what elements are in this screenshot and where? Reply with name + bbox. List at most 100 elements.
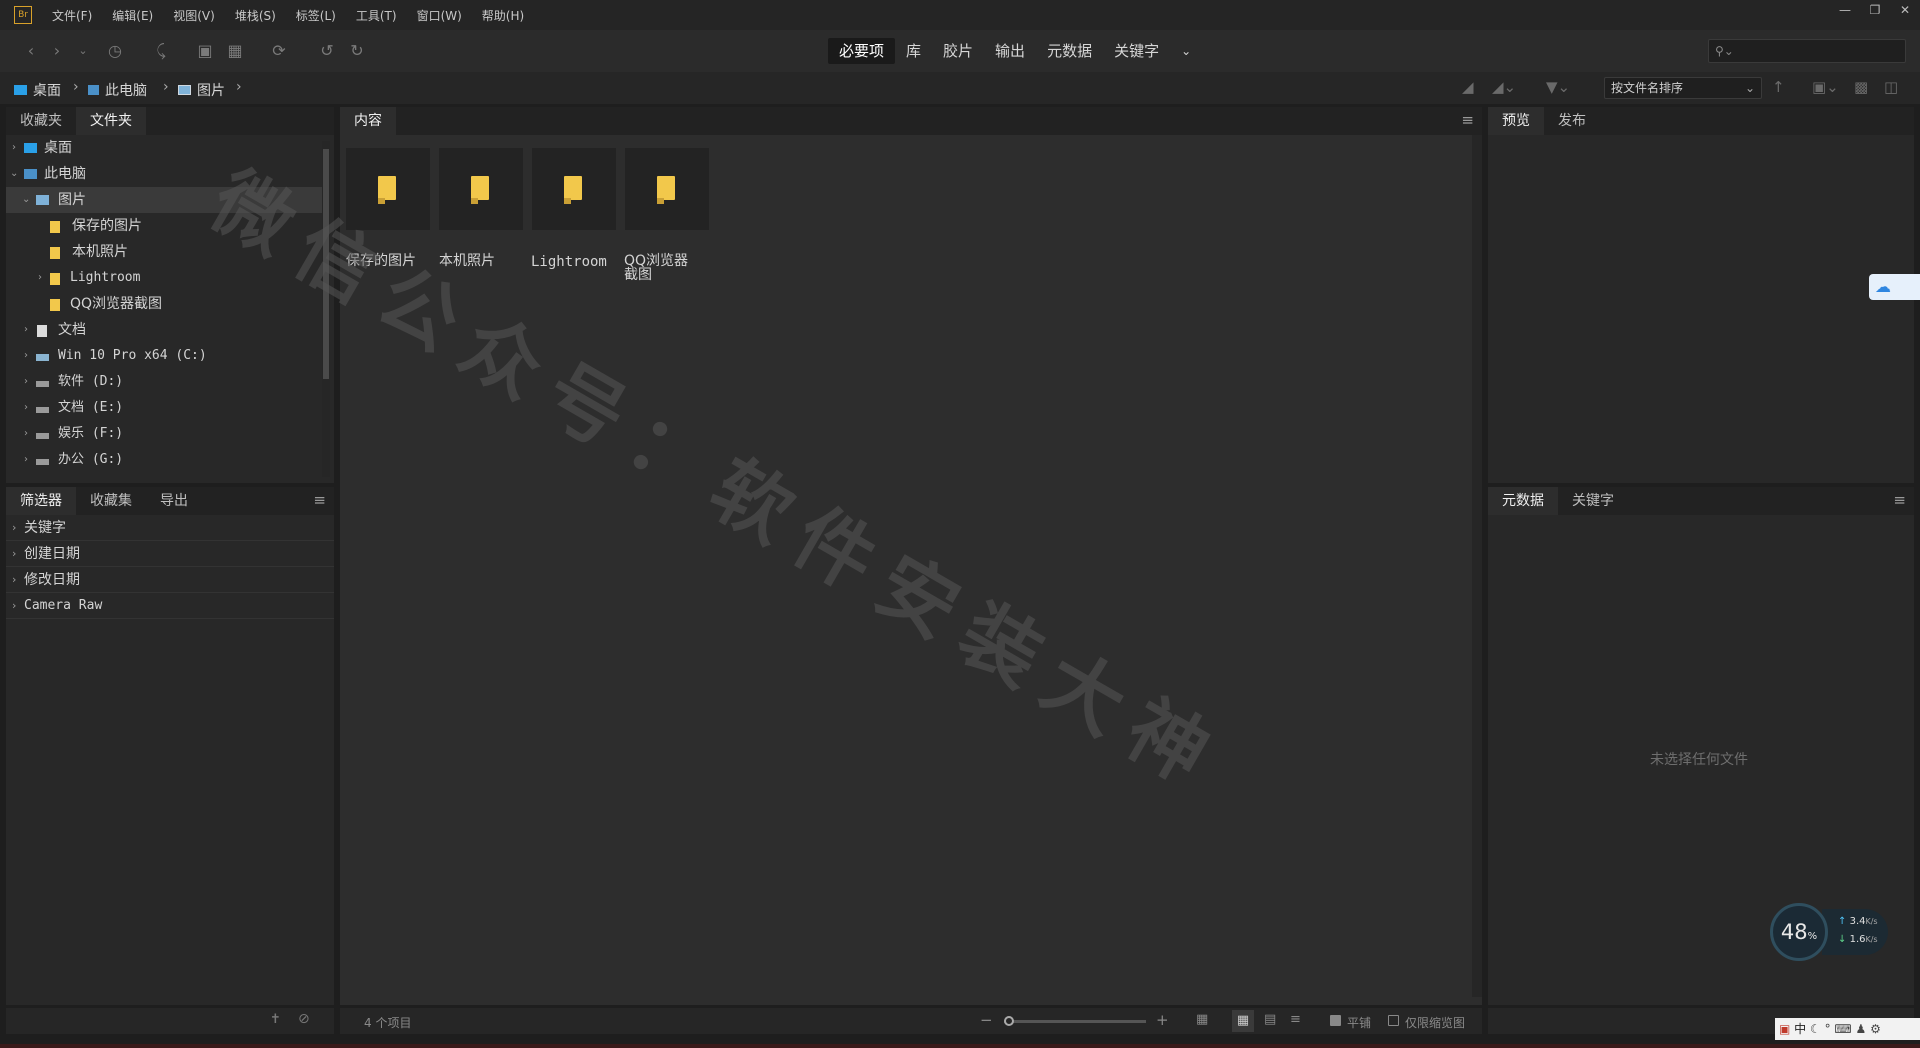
ime-tools-icon[interactable]: ☾ ° ⌨ ♟ ⚙ xyxy=(1810,1022,1881,1036)
tree-item-drive-d[interactable]: › 软件 (D:) xyxy=(6,369,324,395)
slider-handle[interactable] xyxy=(1004,1016,1014,1026)
tree-item-drive-e[interactable]: › 文档 (E:) xyxy=(6,395,324,421)
filter-camera-raw[interactable]: › Camera Raw xyxy=(6,593,334,619)
filter-keywords[interactable]: › 关键字 xyxy=(6,515,334,541)
menu-stack[interactable]: 堆栈(S) xyxy=(225,7,286,24)
content-status-bar: 4 个项目 − + ▦ ▦ ▤ ≡ 平铺 仅限缩览图 xyxy=(340,1008,1482,1034)
workspace-library[interactable]: 库 xyxy=(895,38,932,64)
sort-ascending-icon[interactable]: ↑ xyxy=(1772,78,1785,96)
document-icon xyxy=(37,325,47,337)
cloud-sync-button[interactable]: ☁ xyxy=(1869,274,1920,300)
panel-menu-icon[interactable]: ≡ xyxy=(1893,491,1906,509)
thumbs-only-checkbox[interactable] xyxy=(1388,1015,1399,1026)
open-recent-icon[interactable]: ▣⌄ xyxy=(1812,78,1839,96)
list-view-icon[interactable]: ≡ xyxy=(1290,1012,1301,1027)
workspace-output[interactable]: 输出 xyxy=(984,38,1036,64)
camera-icon[interactable]: ▣ xyxy=(194,40,216,62)
flat-view-label: 平铺 xyxy=(1347,1016,1372,1030)
tree-item-qq-screenshots[interactable]: QQ浏览器截图 xyxy=(6,291,324,317)
tab-export[interactable]: 导出 xyxy=(146,487,202,515)
filter-date-modified[interactable]: › 修改日期 xyxy=(6,567,334,593)
menu-view[interactable]: 视图(V) xyxy=(163,7,225,24)
ime-toolbar[interactable]: ▣ 中 ☾ ° ⌨ ♟ ⚙ xyxy=(1775,1018,1920,1040)
grid-view-icon[interactable]: ▦ xyxy=(1196,1012,1208,1027)
boomerang-icon[interactable]: ⤹ xyxy=(150,40,172,62)
tab-publish[interactable]: 发布 xyxy=(1544,107,1600,135)
recent-icon[interactable]: ◷ xyxy=(104,40,126,62)
tree-scrollbar[interactable] xyxy=(322,141,330,477)
filter-label: 修改日期 xyxy=(24,572,80,588)
tab-favorites[interactable]: 收藏夹 xyxy=(6,107,76,135)
delete-icon[interactable]: ◫ xyxy=(1884,78,1898,96)
content-scrollbar[interactable] xyxy=(1472,135,1482,997)
workspace-filmstrip[interactable]: 胶片 xyxy=(932,38,984,64)
refine-icon[interactable]: ▦ xyxy=(224,40,246,62)
menu-label[interactable]: 标签(L) xyxy=(286,7,346,24)
menu-window[interactable]: 窗口(W) xyxy=(407,7,472,24)
workspace-essentials[interactable]: 必要项 xyxy=(828,38,896,64)
tree-item-documents[interactable]: › 文档 xyxy=(6,317,324,343)
filter-icon[interactable]: ▼⌄ xyxy=(1546,78,1570,96)
tree-item-this-pc[interactable]: ⌄ 此电脑 xyxy=(6,161,324,187)
rating-filter-icon[interactable]: ◢⌄ xyxy=(1492,78,1516,96)
tab-filter[interactable]: 筛选器 xyxy=(6,487,76,515)
tab-metadata[interactable]: 元数据 xyxy=(1488,487,1558,515)
folder-thumbnail[interactable] xyxy=(532,148,616,230)
thumbnail-size-slider[interactable] xyxy=(1004,1016,1146,1026)
rotate-left-icon[interactable]: ↺ xyxy=(316,40,338,62)
details-view-icon[interactable]: ▤ xyxy=(1264,1012,1276,1027)
restore-icon[interactable]: ❐ xyxy=(1860,0,1890,20)
flat-view-checkbox[interactable] xyxy=(1330,1015,1341,1026)
back-icon[interactable]: ‹ xyxy=(20,40,42,62)
tree-item-pictures[interactable]: ⌄ 图片 xyxy=(6,187,324,213)
minimize-icon[interactable]: — xyxy=(1830,0,1860,20)
item-count: 4 个项目 xyxy=(364,1016,412,1030)
folder-thumbnail[interactable] xyxy=(439,148,523,230)
rotate-right-icon[interactable]: ↻ xyxy=(346,40,368,62)
filter-date-created[interactable]: › 创建日期 xyxy=(6,541,334,567)
breadcrumb-this-pc[interactable]: 此电脑 xyxy=(88,80,147,100)
menu-edit[interactable]: 编辑(E) xyxy=(102,7,163,24)
workspace-keywords[interactable]: 关键字 xyxy=(1103,38,1170,64)
tree-item-lightroom[interactable]: › Lightroom xyxy=(6,265,324,291)
tree-item-desktop[interactable]: › 桌面 xyxy=(6,135,324,161)
tree-scrollbar-thumb[interactable] xyxy=(323,149,329,379)
tree-item-drive-c[interactable]: › Win 10 Pro x64 (C:) xyxy=(6,343,324,369)
network-monitor-widget[interactable]: ↑ 3.4K/s ↓ 1.6K/s 48% xyxy=(1770,903,1888,961)
search-input[interactable]: ⚲⌄ xyxy=(1708,39,1906,63)
tab-content[interactable]: 内容 xyxy=(340,107,396,135)
tab-collections[interactable]: 收藏集 xyxy=(76,487,146,515)
menu-file[interactable]: 文件(F) xyxy=(42,7,102,24)
folder-thumbnail[interactable] xyxy=(346,148,430,230)
quality-icon[interactable]: ◢ xyxy=(1462,78,1474,96)
folder-thumbnail[interactable] xyxy=(625,148,709,230)
new-folder-icon[interactable]: ▩ xyxy=(1854,78,1868,96)
tab-preview[interactable]: 预览 xyxy=(1488,107,1544,135)
workspace-more-icon[interactable]: ⌄ xyxy=(1170,38,1202,64)
zoom-out-icon[interactable]: − xyxy=(980,1011,993,1029)
zoom-in-icon[interactable]: + xyxy=(1156,1011,1169,1029)
tree-item-drive-f[interactable]: › 娱乐 (F:) xyxy=(6,421,324,447)
tree-item-local-photos[interactable]: 本机照片 xyxy=(6,239,324,265)
panel-menu-icon[interactable]: ≡ xyxy=(313,491,326,509)
open-in-camera-raw-icon[interactable]: ⟳ xyxy=(268,40,290,62)
breadcrumb-desktop[interactable]: 桌面 xyxy=(14,80,61,100)
menu-help[interactable]: 帮助(H) xyxy=(472,7,534,24)
sort-select[interactable]: 按文件名排序 ⌄ xyxy=(1604,77,1762,99)
clear-filter-icon[interactable]: ⊘ xyxy=(298,1011,310,1027)
pin-icon[interactable]: ✝ xyxy=(270,1012,281,1027)
tree-item-drive-g[interactable]: › 办公 (G:) xyxy=(6,447,324,473)
forward-icon[interactable]: › xyxy=(46,40,68,62)
tree-item-saved-pictures[interactable]: 保存的图片 xyxy=(6,213,324,239)
chevron-down-icon[interactable]: ⌄ xyxy=(72,40,94,62)
workspace-metadata[interactable]: 元数据 xyxy=(1036,38,1103,64)
tab-keywords[interactable]: 关键字 xyxy=(1558,487,1628,515)
panel-menu-icon[interactable]: ≡ xyxy=(1461,111,1474,129)
tab-folders[interactable]: 文件夹 xyxy=(76,107,146,135)
close-icon[interactable]: ✕ xyxy=(1890,0,1920,20)
thumbnail-view-icon[interactable]: ▦ xyxy=(1232,1010,1254,1032)
breadcrumb-pictures[interactable]: 图片 xyxy=(178,80,225,100)
ime-mode[interactable]: 中 xyxy=(1794,1022,1806,1036)
menu-tools[interactable]: 工具(T) xyxy=(346,7,407,24)
chevron-right-icon: › xyxy=(24,350,28,361)
